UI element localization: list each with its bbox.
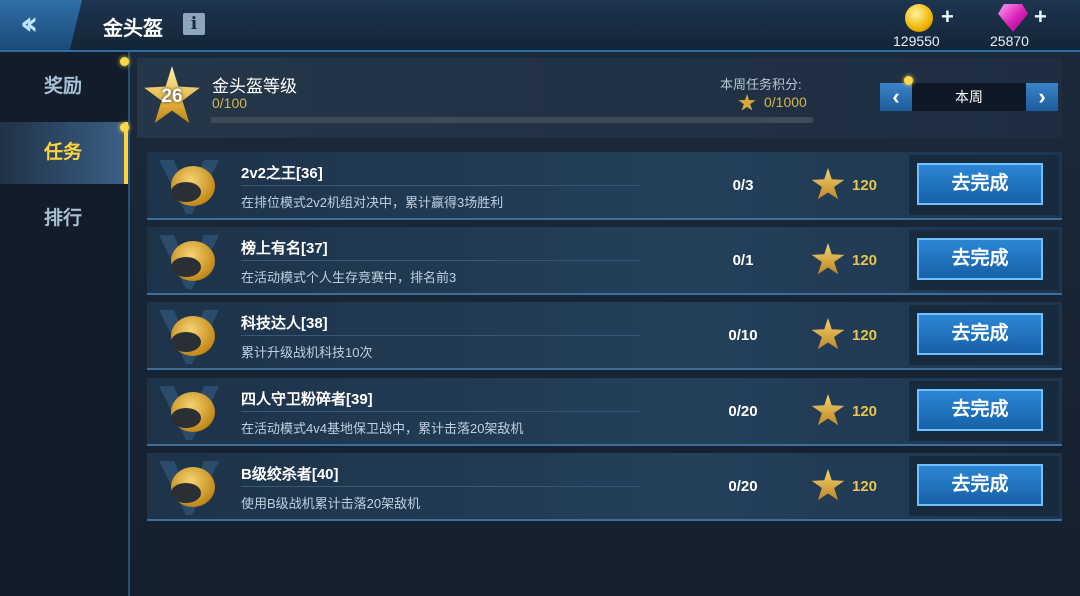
task-name: 2v2之王[36] bbox=[241, 165, 323, 182]
divider bbox=[241, 260, 641, 261]
task-name: 榜上有名[37] bbox=[241, 240, 328, 257]
next-week-button[interactable]: › bbox=[1026, 83, 1058, 111]
go-complete-button[interactable]: 去完成 bbox=[917, 163, 1043, 205]
week-selector-label: 本周 bbox=[955, 89, 983, 105]
coin-balance: 129550 bbox=[893, 33, 940, 49]
info-icon[interactable]: i bbox=[183, 13, 205, 35]
weekly-points-value: 0/1000 bbox=[764, 94, 807, 110]
task-row: 科技达人[38] 累计升级战机科技10次 0/10 120 去完成 bbox=[147, 302, 1062, 370]
task-row: 榜上有名[37] 在活动模式个人生存竞赛中，排名前3 0/1 120 去完成 bbox=[147, 227, 1062, 295]
task-name: B级绞杀者[40] bbox=[241, 466, 339, 483]
gem-balance: 25870 bbox=[990, 33, 1029, 49]
notification-dot bbox=[120, 57, 129, 66]
task-reward: 120 bbox=[852, 327, 878, 344]
task-description: 在活动模式4v4基地保卫战中，累计击落20架敌机 bbox=[241, 421, 524, 436]
rank-progress-bar bbox=[211, 117, 813, 123]
prev-week-button[interactable]: ‹ bbox=[880, 83, 912, 111]
task-progress: 0/1 bbox=[732, 252, 754, 269]
star-icon bbox=[811, 318, 845, 350]
sidebar-item-tasks[interactable]: 任务 bbox=[0, 122, 128, 184]
gem-icon bbox=[998, 4, 1028, 32]
go-complete-button[interactable]: 去完成 bbox=[917, 389, 1043, 431]
task-reward: 120 bbox=[852, 478, 878, 495]
star-icon bbox=[811, 469, 845, 501]
task-reward: 120 bbox=[852, 403, 878, 420]
gold-helmet-icon bbox=[159, 235, 219, 289]
add-coins-button[interactable]: + bbox=[941, 4, 954, 30]
chevron-right-icon: › bbox=[1038, 84, 1046, 109]
task-row: 四人守卫粉碎者[39] 在活动模式4v4基地保卫战中，累计击落20架敌机 0/2… bbox=[147, 378, 1062, 446]
gold-helmet-icon bbox=[159, 461, 219, 515]
task-name: 四人守卫粉碎者[39] bbox=[241, 391, 373, 408]
weekly-points-label: 本周任务积分: bbox=[720, 77, 802, 92]
back-button[interactable]: ‹‹ bbox=[0, 0, 82, 50]
task-reward: 120 bbox=[852, 252, 878, 269]
page-title: 金头盔 bbox=[103, 18, 163, 40]
gold-helmet-icon bbox=[159, 386, 219, 440]
sidebar-item-label: 排行 bbox=[44, 208, 83, 229]
sidebar: 奖励 任务 排行 bbox=[0, 52, 130, 596]
divider bbox=[241, 185, 641, 186]
gold-helmet-icon bbox=[159, 160, 219, 214]
task-reward: 120 bbox=[852, 177, 878, 194]
sidebar-item-ranking[interactable]: 排行 bbox=[0, 188, 128, 250]
add-gems-button[interactable]: + bbox=[1034, 4, 1047, 30]
rank-level: 26 bbox=[161, 86, 183, 107]
coin-icon bbox=[905, 4, 933, 32]
task-progress: 0/20 bbox=[728, 478, 758, 495]
task-progress: 0/10 bbox=[728, 327, 758, 344]
notification-dot bbox=[120, 123, 129, 132]
top-bar: ‹‹ 金头盔 i + 129550 + 25870 bbox=[0, 0, 1080, 52]
star-icon bbox=[811, 243, 845, 275]
task-progress: 0/3 bbox=[732, 177, 754, 194]
task-description: 在排位模式2v2机组对决中，累计赢得3场胜利 bbox=[241, 195, 504, 210]
double-chevron-left-icon: ‹‹ bbox=[20, 4, 39, 42]
divider bbox=[241, 411, 641, 412]
task-description: 使用B级战机累计击落20架敌机 bbox=[241, 496, 421, 511]
go-complete-button[interactable]: 去完成 bbox=[917, 313, 1043, 355]
divider bbox=[241, 486, 641, 487]
rank-progress-text: 0/100 bbox=[212, 95, 248, 111]
task-name: 科技达人[38] bbox=[241, 315, 328, 332]
task-row: 2v2之王[36] 在排位模式2v2机组对决中，累计赢得3场胜利 0/3 120… bbox=[147, 152, 1062, 220]
star-icon bbox=[811, 394, 845, 426]
sidebar-item-rewards[interactable]: 奖励 bbox=[0, 56, 128, 118]
task-description: 累计升级战机科技10次 bbox=[241, 345, 373, 360]
go-complete-button[interactable]: 去完成 bbox=[917, 464, 1043, 506]
sidebar-item-label: 奖励 bbox=[44, 76, 83, 97]
go-complete-button[interactable]: 去完成 bbox=[917, 238, 1043, 280]
rank-title: 金头盔等级 bbox=[212, 77, 297, 96]
star-icon bbox=[811, 168, 845, 200]
sidebar-item-label: 任务 bbox=[44, 142, 83, 163]
gold-helmet-icon bbox=[159, 310, 219, 364]
chevron-left-icon: ‹ bbox=[892, 84, 900, 109]
task-progress: 0/20 bbox=[728, 403, 758, 420]
notification-dot bbox=[904, 76, 913, 85]
task-description: 在活动模式个人生存竞赛中，排名前3 bbox=[241, 270, 457, 285]
task-row: B级绞杀者[40] 使用B级战机累计击落20架敌机 0/20 120 去完成 bbox=[147, 453, 1062, 521]
divider bbox=[241, 335, 641, 336]
